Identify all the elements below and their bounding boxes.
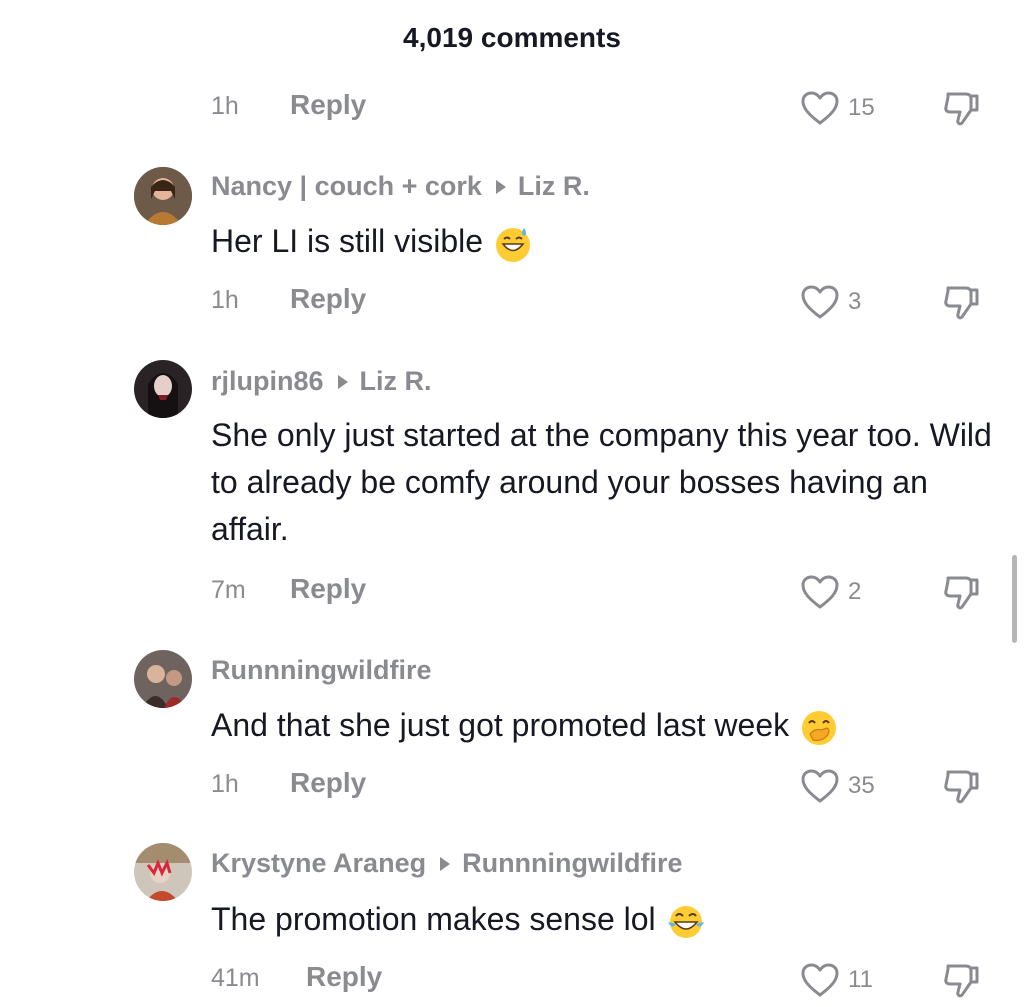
reply-button[interactable]: Reply [290, 89, 366, 121]
avatar[interactable] [134, 360, 192, 418]
heart-icon [801, 91, 839, 125]
heart-icon [801, 769, 839, 803]
comment-username[interactable]: rjlupin86 [211, 366, 324, 397]
dislike-button[interactable] [940, 960, 984, 1000]
reply-to-username[interactable]: Runnningwildfire [462, 848, 682, 879]
comment-time: 7m [211, 576, 246, 604]
avatar[interactable] [134, 650, 192, 708]
comment-time: 1h [211, 770, 239, 798]
comment-username-line: rjlupin86 Liz R. [211, 366, 432, 397]
comment-time: 41m [211, 964, 260, 992]
scrollbar-thumb[interactable] [1012, 555, 1017, 643]
thumbs-down-icon [944, 964, 979, 998]
avatar[interactable] [134, 843, 192, 901]
comment-username[interactable]: Runnningwildfire [211, 655, 431, 686]
heart-icon [801, 575, 839, 609]
thumbs-down-icon [944, 770, 979, 804]
dislike-button[interactable] [940, 282, 984, 322]
comment-username[interactable]: Nancy | couch + cork [211, 171, 482, 202]
thumbs-down-icon [944, 576, 979, 610]
like-count: 11 [848, 966, 873, 993]
reply-button[interactable]: Reply [290, 767, 366, 799]
comment-text: The promotion makes sense lol [211, 896, 1001, 943]
heart-icon [801, 285, 839, 319]
tears-of-joy-emoji [667, 905, 704, 938]
grinning-sweat-emoji [496, 227, 531, 262]
reply-arrow-icon [337, 374, 348, 389]
reply-to-username[interactable]: Liz R. [360, 366, 432, 397]
comment-meta-row: 1h Reply 15 [0, 88, 1024, 128]
comment-username-line: Krystyne Araneg Runnningwildfire [211, 848, 683, 879]
comment-text-content: And that she just got promoted last week [211, 707, 790, 743]
comment-username-line: Runnningwildfire [211, 655, 431, 686]
like-count: 35 [848, 772, 875, 799]
comment-text-content: Her LI is still visible [211, 223, 484, 259]
comment-text: She only just started at the company thi… [211, 417, 992, 547]
like-button[interactable]: 35 [800, 766, 875, 806]
like-count: 15 [848, 94, 875, 121]
dislike-button[interactable] [940, 572, 984, 612]
like-button[interactable]: 11 [800, 960, 873, 1000]
hand-over-mouth-emoji [802, 710, 837, 745]
dislike-button[interactable] [940, 88, 984, 128]
like-count: 2 [848, 578, 862, 605]
comments-count-title: 4,019 comments [403, 22, 621, 53]
comment-username-line: Nancy | couch + cork Liz R. [211, 171, 590, 202]
reply-button[interactable]: Reply [306, 961, 382, 993]
comment-meta-row: 7m Reply 2 [0, 572, 1024, 612]
comment-meta-row: 1h Reply 35 [0, 766, 1024, 806]
like-button[interactable]: 15 [800, 88, 875, 128]
dislike-button[interactable] [940, 766, 984, 806]
reply-button[interactable]: Reply [290, 283, 366, 315]
thumbs-down-icon [944, 286, 979, 320]
avatar[interactable] [134, 167, 192, 225]
comment-time: 1h [211, 286, 239, 314]
like-button[interactable]: 2 [800, 572, 861, 612]
thumbs-down-icon [944, 92, 979, 126]
reply-to-username[interactable]: Liz R. [518, 171, 590, 202]
comment-text: And that she just got promoted last week [211, 702, 1001, 749]
heart-icon [801, 963, 839, 997]
like-count: 3 [848, 288, 862, 315]
reply-button[interactable]: Reply [290, 573, 366, 605]
comment-text-content: The promotion makes sense lol [211, 901, 656, 937]
reply-arrow-icon [440, 856, 451, 871]
comment-meta-row: 1h Reply 3 [0, 282, 1024, 322]
comment-meta-row: 41m Reply 11 [0, 960, 1024, 1000]
comment-time: 1h [211, 92, 239, 120]
comment-text: Her LI is still visible [211, 218, 1001, 265]
reply-arrow-icon [495, 179, 506, 194]
comment-username[interactable]: Krystyne Araneg [211, 848, 426, 879]
like-button[interactable]: 3 [800, 282, 861, 322]
